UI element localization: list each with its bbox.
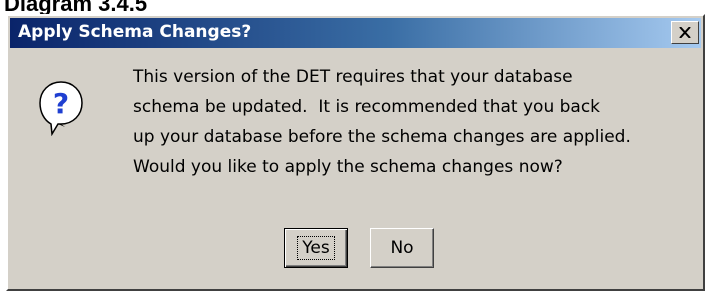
- question-icon: ?: [39, 81, 83, 136]
- yes-button-label: Yes: [297, 236, 335, 260]
- close-icon: [679, 27, 691, 38]
- message-line: schema be updated. It is recommended tha…: [133, 97, 601, 117]
- title-bar[interactable]: Apply Schema Changes?: [10, 18, 701, 48]
- message-line: This version of the DET requires that yo…: [133, 67, 573, 87]
- close-button[interactable]: [671, 21, 699, 44]
- question-mark-glyph: ?: [53, 87, 69, 120]
- yes-button[interactable]: Yes: [284, 228, 348, 268]
- no-button[interactable]: No: [370, 228, 434, 268]
- dialog-message: This version of the DET requires that yo…: [133, 62, 693, 182]
- apply-schema-changes-dialog: Apply Schema Changes? ? This version of …: [6, 14, 705, 291]
- message-line: up your database before the schema chang…: [133, 127, 631, 147]
- message-line: Would you like to apply the schema chang…: [133, 157, 563, 177]
- dialog-title: Apply Schema Changes?: [18, 22, 252, 42]
- no-button-label: No: [390, 238, 414, 258]
